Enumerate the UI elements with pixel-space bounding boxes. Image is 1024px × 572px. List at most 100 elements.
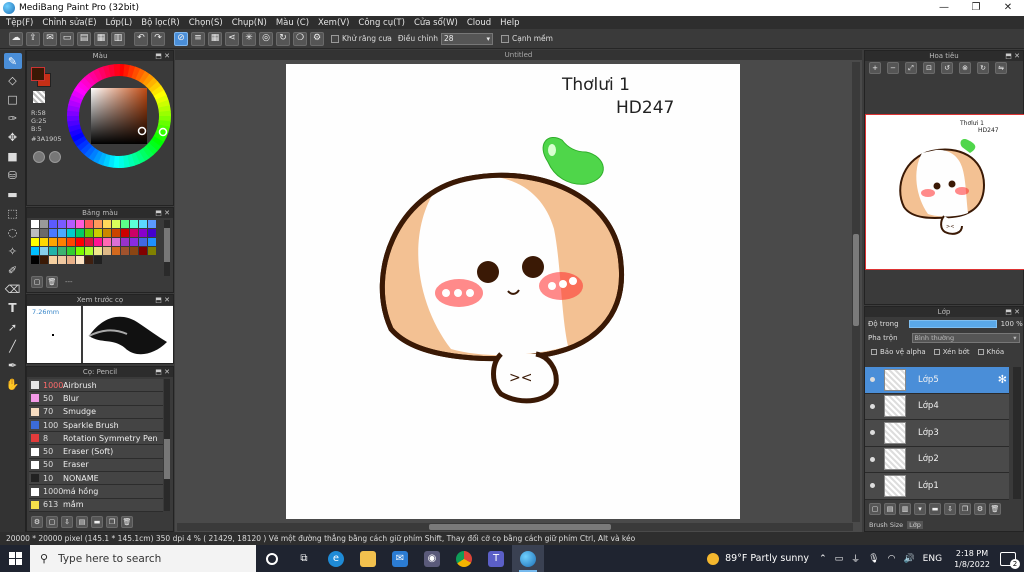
weather-widget[interactable]: 89°F Partly sunny xyxy=(707,552,809,565)
eye-icon[interactable] xyxy=(870,377,875,383)
palette-swatch[interactable] xyxy=(130,247,138,255)
new-8bit-layer-icon[interactable]: ▥ xyxy=(899,503,911,515)
brush-row[interactable]: 10 NONAME xyxy=(29,472,163,486)
palette-swatch[interactable] xyxy=(58,220,66,228)
palette-swatch[interactable] xyxy=(58,247,66,255)
folder-icon[interactable]: ▬ xyxy=(91,516,103,528)
bucket-icon[interactable]: ⛁ xyxy=(4,167,22,183)
share-icon[interactable]: ⇪ xyxy=(26,31,40,46)
cloud-icon[interactable]: ☁ xyxy=(9,31,23,46)
palette-swatch[interactable] xyxy=(103,229,111,237)
snap-curve-icon[interactable]: ↻ xyxy=(276,31,290,46)
eye-icon[interactable] xyxy=(870,456,875,462)
snap-radial-icon[interactable]: ✳ xyxy=(242,31,256,46)
palette-swatch[interactable] xyxy=(40,220,48,228)
snap-parallel-icon[interactable]: ≡ xyxy=(191,31,205,46)
layer-row[interactable]: Lớp5 ✻ xyxy=(865,367,1009,394)
divide-icon[interactable]: ╱ xyxy=(4,338,22,354)
palette-swatch[interactable] xyxy=(49,238,57,246)
snap-cross-icon[interactable]: ▦ xyxy=(208,31,222,46)
new-halftone-layer-icon[interactable]: ▤ xyxy=(884,503,896,515)
usb-icon[interactable]: ⏚ xyxy=(851,552,860,565)
navigator-thumbnail[interactable]: Thơlưi 1 HD247 >< xyxy=(865,114,1024,270)
folder-icon[interactable]: ▬ xyxy=(929,503,941,515)
palette-swatch[interactable] xyxy=(31,247,39,255)
palette-swatch[interactable] xyxy=(94,256,102,264)
menu-tools[interactable]: Công cụ(T) xyxy=(358,18,405,28)
palette-swatch[interactable] xyxy=(148,220,156,228)
explorer-app[interactable] xyxy=(352,545,384,572)
palette-swatch[interactable] xyxy=(121,247,129,255)
palette-swatch[interactable] xyxy=(112,247,120,255)
teams-app[interactable]: T xyxy=(480,545,512,572)
palette-swatch[interactable] xyxy=(49,220,57,228)
move-icon[interactable]: ✥ xyxy=(4,129,22,145)
color-wheel[interactable] xyxy=(65,62,173,170)
palette-swatch[interactable] xyxy=(139,229,147,237)
select-eraser-icon[interactable]: ⌫ xyxy=(4,281,22,297)
windows-start-button[interactable] xyxy=(0,545,30,572)
palette-swatch[interactable] xyxy=(103,247,111,255)
palette-swatch[interactable] xyxy=(121,220,129,228)
menu-edit[interactable]: Chỉnh sửa(E) xyxy=(42,18,96,28)
palette-swatch[interactable] xyxy=(67,247,75,255)
add-brush-icon[interactable]: ▢ xyxy=(46,516,58,528)
canvas-horizontal-scrollbar[interactable] xyxy=(177,523,853,531)
mail-app[interactable]: ✉ xyxy=(384,545,416,572)
layer-scrollbar[interactable] xyxy=(1013,367,1021,499)
canvas-vertical-scrollbar[interactable] xyxy=(852,62,860,522)
palette-swatch[interactable] xyxy=(76,229,84,237)
palette-swatch[interactable] xyxy=(130,220,138,228)
brush-icon[interactable]: ✎ xyxy=(3,53,22,69)
panel-close-icon[interactable]: ⬒ ✕ xyxy=(1005,51,1020,61)
brush-settings-icon[interactable]: ⚙ xyxy=(31,516,43,528)
menu-layer[interactable]: Lớp(L) xyxy=(106,18,133,28)
volume-icon[interactable]: 🔊 xyxy=(903,554,914,564)
layer-menu-icon[interactable]: ▾ xyxy=(914,503,926,515)
palette-swatch[interactable] xyxy=(130,229,138,237)
edge-app[interactable]: e xyxy=(320,545,352,572)
merge-down-icon[interactable]: ⇩ xyxy=(944,503,956,515)
zoom-in-icon[interactable]: + xyxy=(869,62,881,74)
chat-icon[interactable]: ▭ xyxy=(60,31,74,46)
duplicate-layer-icon[interactable]: ❐ xyxy=(959,503,971,515)
panel-close-icon[interactable]: ⬒ ✕ xyxy=(155,367,170,377)
palette-swatch[interactable] xyxy=(148,229,156,237)
palette-swatch[interactable] xyxy=(31,256,39,264)
document-tab[interactable]: Untitled xyxy=(175,50,862,60)
magic-wand-icon[interactable]: ✧ xyxy=(4,243,22,259)
medibang-app[interactable] xyxy=(512,545,544,572)
eye-icon[interactable] xyxy=(870,483,875,489)
camera-app[interactable]: ◉ xyxy=(416,545,448,572)
palette-swatch[interactable] xyxy=(67,229,75,237)
brush-scrollbar[interactable] xyxy=(164,379,170,511)
palette-swatch[interactable] xyxy=(49,247,57,255)
brush-row[interactable]: 100 Sparkle Brush xyxy=(29,418,163,433)
palette-swatch[interactable] xyxy=(67,220,75,228)
snap-ellipse-icon[interactable]: ❍ xyxy=(293,31,307,46)
palette-swatch[interactable] xyxy=(94,247,102,255)
tab-brush-size[interactable]: Brush Size xyxy=(867,521,905,529)
wifi-icon[interactable]: ◠ xyxy=(888,554,896,564)
operation-icon[interactable]: ➚ xyxy=(4,319,22,335)
eyedropper-icon[interactable]: ✒ xyxy=(4,357,22,373)
panel-close-icon[interactable]: ⬒ ✕ xyxy=(155,208,170,218)
brush-row[interactable]: 613 mắm xyxy=(29,498,163,512)
palette-swatch[interactable] xyxy=(94,238,102,246)
menu-file[interactable]: Tệp(F) xyxy=(6,18,33,28)
menu-cloud[interactable]: Cloud xyxy=(467,18,491,28)
panel-close-icon[interactable]: ⬒ ✕ xyxy=(1005,307,1020,317)
menu-color[interactable]: Màu (C) xyxy=(276,18,309,28)
palette-swatch[interactable] xyxy=(94,229,102,237)
layer-row[interactable]: Lớp3 xyxy=(865,420,1009,447)
palette-swatch[interactable] xyxy=(94,220,102,228)
delete-palette-icon[interactable]: 🗑 xyxy=(46,276,58,288)
cortana-button[interactable] xyxy=(256,545,288,572)
palette-swatch[interactable] xyxy=(148,247,156,255)
undo-icon[interactable]: ↶ xyxy=(134,31,148,46)
network-icon[interactable]: ▭ xyxy=(835,554,844,564)
import-brush-icon[interactable]: ⇩ xyxy=(61,516,73,528)
antialias-checkbox[interactable] xyxy=(331,34,339,43)
lasso-icon[interactable]: ◌ xyxy=(4,224,22,240)
rotate-left-icon[interactable]: ↺ xyxy=(941,62,953,74)
